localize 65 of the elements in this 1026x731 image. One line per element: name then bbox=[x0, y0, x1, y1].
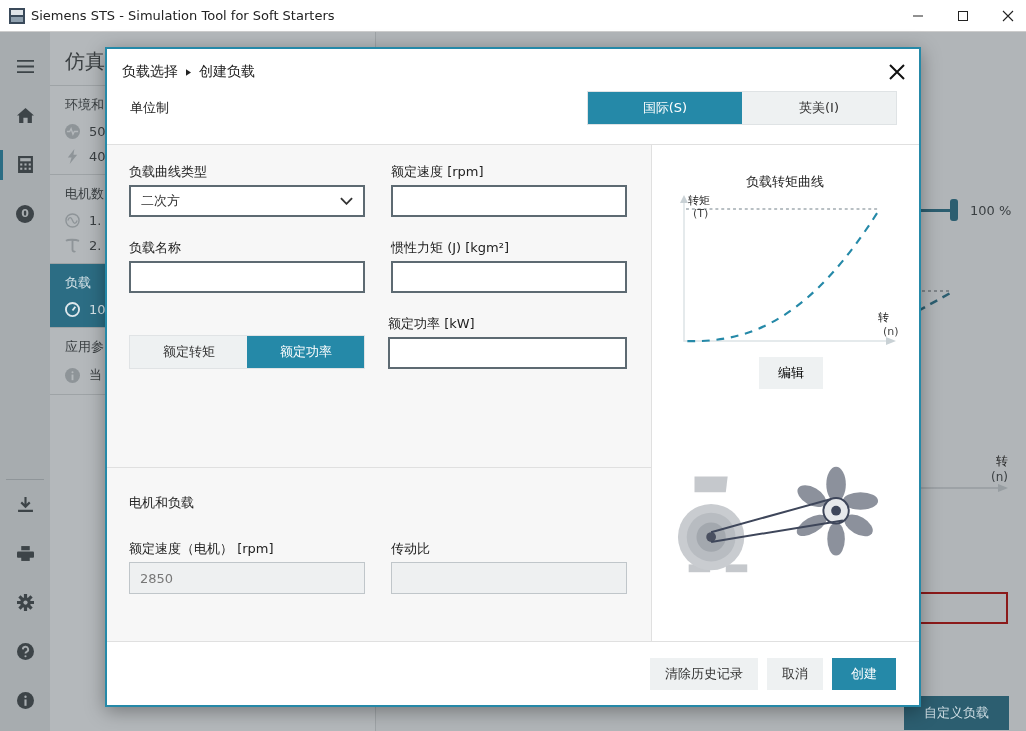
tau-icon bbox=[65, 238, 80, 253]
close-icon[interactable] bbox=[1002, 9, 1014, 22]
maximize-icon[interactable] bbox=[957, 9, 969, 22]
axis-label: 转 bbox=[996, 453, 1008, 470]
triangle-right-icon bbox=[186, 68, 191, 76]
unit-label: 单位制 bbox=[130, 99, 169, 117]
field-label: 负载名称 bbox=[129, 239, 182, 257]
slider-handle[interactable] bbox=[950, 199, 958, 221]
field-label: 额定速度 [rpm] bbox=[391, 163, 485, 181]
breadcrumb-current: 创建负载 bbox=[199, 63, 255, 81]
axis-unit: (T) bbox=[693, 207, 709, 220]
pulse-icon bbox=[65, 124, 80, 139]
menu-icon[interactable] bbox=[16, 58, 34, 75]
axis-label: 转 bbox=[878, 310, 889, 325]
chart-title: 负载转矩曲线 bbox=[746, 173, 824, 191]
info-icon bbox=[65, 367, 80, 383]
mode-tab[interactable]: 额定功率 bbox=[247, 336, 364, 368]
create-button[interactable]: 创建 bbox=[832, 657, 896, 690]
field-label: 传动比 bbox=[391, 540, 431, 558]
app-logo-icon bbox=[9, 7, 25, 24]
cancel-button[interactable]: 取消 bbox=[767, 657, 823, 690]
axis-label: 转矩 bbox=[688, 193, 710, 208]
close-icon[interactable] bbox=[889, 64, 905, 80]
section-title: 应用参 bbox=[65, 338, 104, 356]
custom-load-button[interactable]: 自定义负载 bbox=[904, 696, 1009, 730]
value-text: 当 bbox=[89, 366, 102, 384]
clear-history-button[interactable]: 清除历史记录 bbox=[650, 657, 758, 690]
section-title: 电机数 bbox=[65, 185, 104, 203]
input-field[interactable] bbox=[391, 261, 627, 293]
calculator-icon[interactable] bbox=[16, 156, 34, 173]
field-label: 额定功率 [kW] bbox=[388, 315, 476, 333]
info-icon[interactable] bbox=[16, 692, 34, 709]
value-text: 2. bbox=[89, 238, 102, 253]
value-text: 10 bbox=[89, 302, 106, 317]
settings-icon[interactable] bbox=[16, 594, 34, 611]
axis-unit: (n) bbox=[883, 325, 899, 338]
count-badge[interactable]: 0 bbox=[16, 204, 34, 223]
slider-reading: 100 % bbox=[970, 202, 1012, 218]
input-field[interactable] bbox=[388, 337, 627, 369]
field-label: 负载曲线类型 bbox=[129, 163, 208, 181]
home-icon[interactable] bbox=[16, 107, 34, 124]
value-text: 1. bbox=[89, 213, 102, 228]
section-title: 环境和 bbox=[65, 96, 104, 114]
input-field[interactable] bbox=[129, 261, 365, 293]
mode-tab[interactable]: 额定转矩 bbox=[130, 336, 247, 368]
field-label: 额定速度（电机） [rpm] bbox=[129, 540, 275, 558]
unit-tab[interactable]: 英美(I) bbox=[742, 92, 896, 124]
section-title: 电机和负载 bbox=[129, 494, 195, 512]
help-icon[interactable] bbox=[16, 643, 34, 660]
chevron-down-icon bbox=[340, 197, 353, 205]
axis-unit: (n) bbox=[991, 470, 1008, 484]
value-text: 50 bbox=[89, 124, 106, 139]
breadcrumb-link[interactable]: 负载选择 bbox=[122, 63, 178, 81]
sine-wave-icon bbox=[65, 213, 80, 228]
download-icon[interactable] bbox=[16, 496, 34, 513]
value-text: 40 bbox=[89, 149, 106, 164]
gauge-icon bbox=[65, 302, 80, 317]
edit-button[interactable]: 编辑 bbox=[759, 357, 823, 389]
curve-type-dropdown[interactable]: 二次方 bbox=[129, 185, 365, 217]
window-title: Siemens STS - Simulation Tool for Soft Starters bbox=[31, 8, 335, 23]
field-label: 惯性力矩 (J) [kgm²] bbox=[391, 239, 511, 257]
section-title: 负载 bbox=[65, 274, 91, 292]
input-field[interactable] bbox=[391, 185, 627, 217]
printer-icon[interactable] bbox=[16, 545, 34, 562]
unit-tab[interactable]: 国际(S) bbox=[588, 92, 742, 124]
